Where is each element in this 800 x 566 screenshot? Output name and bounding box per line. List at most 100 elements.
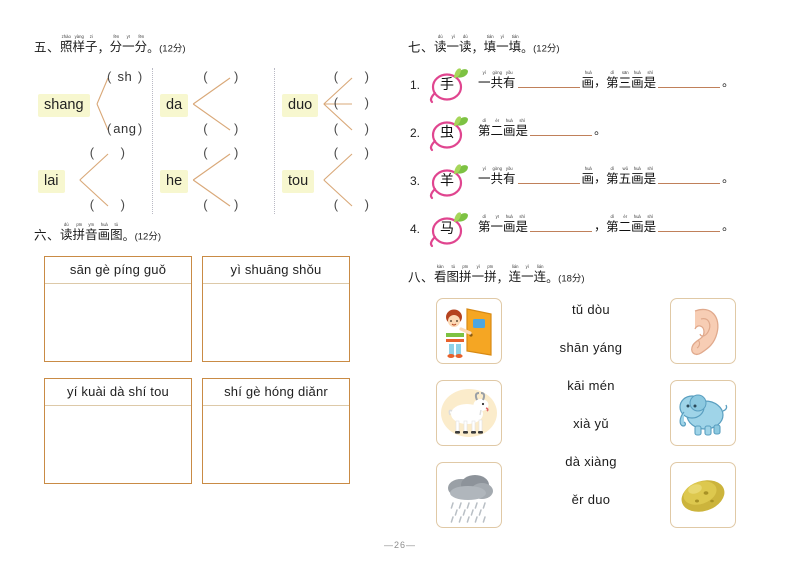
radish-badge-icon: 羊	[428, 162, 470, 202]
title-comma: ，	[471, 40, 484, 55]
title-char: yàng 样	[73, 34, 86, 54]
answer-parenthesis[interactable]: ()	[334, 69, 370, 84]
matching-word[interactable]: ěr duo	[526, 492, 656, 507]
paren-open: (	[333, 145, 339, 160]
answer-parenthesis[interactable]: ()	[334, 145, 370, 160]
answer-blank[interactable]	[658, 169, 721, 184]
answer-parenthesis[interactable]: ()	[334, 197, 370, 212]
exercise-8-score: (18分)	[558, 273, 585, 285]
question-sentence: yí 一 gòng 共 yǒu 有 huà 画， dì 第 sān 三 huà 画 shì 是 。	[478, 70, 734, 90]
paren-close: )	[364, 69, 370, 84]
pinyin-annotation: èr	[494, 118, 499, 123]
paren-open: (	[203, 145, 209, 160]
hanzi-character: 拼	[484, 269, 497, 284]
hanzi-character: 读	[434, 39, 447, 54]
potato-picture	[681, 480, 725, 512]
title-char: yì 一	[496, 34, 509, 54]
pinyin-annotation: shì	[518, 118, 525, 123]
pinyin-annotation: dì	[482, 214, 487, 219]
pinyin-annotation: tú	[451, 264, 455, 269]
paren-open: (	[203, 69, 209, 84]
pinyin-annotation: lián	[536, 264, 544, 269]
answer-blank[interactable]	[517, 73, 580, 88]
picture-card-left[interactable]	[436, 462, 502, 528]
pinyin-annotation: dú	[63, 222, 69, 227]
drawing-box[interactable]: yí kuài dà shí tou	[44, 378, 192, 484]
matching-word[interactable]: kāi mén	[526, 378, 656, 393]
matching-word[interactable]: dà xiàng	[526, 454, 656, 469]
sentence-punctuation: 。	[722, 171, 735, 185]
drawing-box[interactable]: sān gè píng guǒ	[44, 256, 192, 362]
title-char: huà 画	[98, 222, 111, 242]
title-char: zhào 照	[60, 34, 73, 54]
syllable-split-item: tou()()	[278, 142, 400, 218]
title-char: pīn 拼	[484, 264, 497, 284]
title-char: lián 连	[534, 264, 547, 284]
paren-close: )	[364, 95, 370, 110]
answer-parenthesis[interactable]: ()	[334, 121, 370, 136]
answer-parenthesis[interactable]: (ang)	[107, 121, 143, 136]
left-column: 五、 zhào 照 yàng 样 zi 子， fēn 分 yī 一 fēn 分。(12分) shang(…	[34, 34, 400, 534]
paren-close: )	[234, 69, 239, 84]
picture-card-left[interactable]	[436, 298, 502, 364]
hanzi-character: 看	[434, 269, 447, 284]
fill-in-question-row: 3. 羊 yí 一 gòng 共 yǒu 有 huà 画， dì 第 wǔ 五 huà 画 shì 是 。	[408, 160, 774, 206]
paren-open: (	[89, 197, 95, 212]
hanzi-character: 连	[533, 269, 547, 284]
answer-blank[interactable]	[530, 217, 593, 232]
sentence-char: sān 三	[619, 70, 632, 90]
syllable-split-item: he()()	[156, 142, 278, 218]
question-character: 手	[440, 77, 454, 93]
pinyin-annotation: lián	[511, 264, 519, 269]
exercise-5-grid: shang(sh) (ang) da()() duo()()() lai()() he()…	[34, 66, 400, 218]
sentence-punctuation: ，	[594, 171, 607, 185]
drawing-box[interactable]: yì shuāng shǒu	[202, 256, 350, 362]
sentence-char: shì 是	[516, 214, 529, 234]
answer-blank[interactable]	[658, 73, 721, 88]
fill-in-question-row: 2. 虫 dì 第 èr 二 huà 画 shì 是 。	[408, 112, 774, 158]
drawing-box-pinyin-label: yì shuāng shǒu	[203, 257, 349, 284]
sentence-char: wǔ 五	[619, 166, 632, 186]
answer-blank[interactable]	[517, 169, 580, 184]
answer-parenthesis[interactable]: ()	[203, 69, 239, 84]
paren-open: (	[333, 69, 339, 84]
picture-card-right[interactable]	[670, 380, 736, 446]
exercise-6-title: dú 读 pīn 拼 yīn 音 huà 画 tú 图。	[60, 222, 135, 243]
sentence-char: èr 二	[491, 118, 504, 138]
pinyin-annotation: yí	[482, 166, 486, 171]
pinyin-annotation: gòng	[492, 166, 502, 171]
answer-parenthesis[interactable]: ()	[203, 121, 239, 136]
radish-badge-icon: 手	[428, 66, 470, 106]
sentence-char: yǒu 有	[503, 166, 516, 186]
matching-word[interactable]: tǔ dòu	[526, 302, 656, 317]
answer-parenthesis[interactable]: ()	[334, 95, 370, 110]
answer-blank[interactable]	[658, 217, 721, 232]
answer-parenthesis[interactable]: ()	[203, 197, 239, 212]
pinyin-annotation: dú	[462, 34, 468, 39]
question-character: 羊	[440, 173, 454, 189]
picture-card-left[interactable]	[436, 380, 502, 446]
answer-parenthesis[interactable]: ()	[203, 145, 239, 160]
hanzi-character: 一	[521, 269, 534, 284]
answer-parenthesis[interactable]: ()	[90, 145, 126, 160]
pinyin-annotation: gòng	[492, 70, 502, 75]
picture-card-right[interactable]	[670, 462, 736, 528]
answer-parenthesis[interactable]: ()	[90, 197, 126, 212]
hanzi-character: 二	[618, 219, 632, 234]
exercise-8-number: 八、	[408, 270, 435, 285]
picture-card-right[interactable]	[670, 298, 736, 364]
matching-word[interactable]: xià yǔ	[526, 416, 656, 431]
hanzi-character: 是	[643, 75, 657, 90]
answer-blank[interactable]	[530, 121, 593, 136]
title-char: fēn 分	[135, 34, 148, 54]
hanzi-character: 第	[606, 219, 619, 234]
pinyin-annotation: yàng	[74, 34, 84, 39]
drawing-box[interactable]: shí gè hóng diǎnr	[202, 378, 350, 484]
pinyin-annotation: yí	[482, 70, 486, 75]
pinyin-annotation: huà	[633, 166, 641, 171]
answer-parenthesis[interactable]: (sh)	[107, 69, 143, 84]
hanzi-character: 拼	[459, 269, 472, 284]
sentence-punctuation: 。	[722, 219, 735, 233]
matching-word[interactable]: shān yáng	[526, 340, 656, 355]
sentence-char: huà 画	[631, 214, 644, 234]
